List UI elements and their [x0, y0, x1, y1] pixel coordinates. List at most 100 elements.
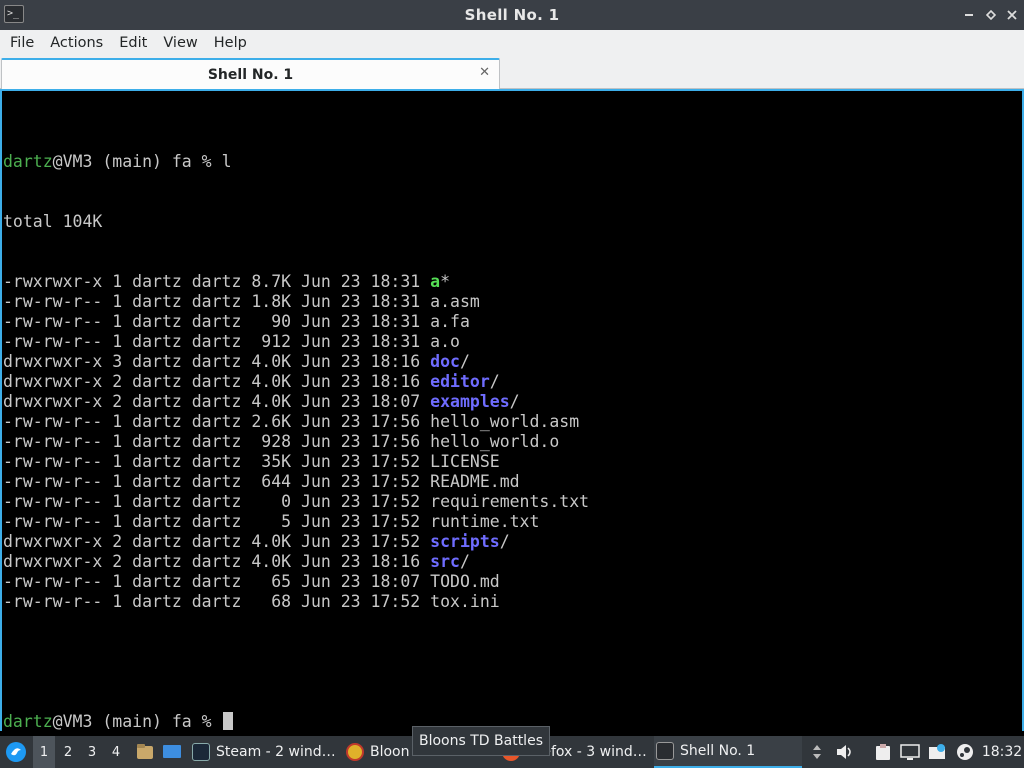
file-meta: -rw-rw-r-- 1 dartz dartz 912 Jun 23 18:3… [3, 332, 431, 351]
file-name: a.o [430, 332, 460, 351]
file-meta: drwxrwxr-x 2 dartz dartz 4.0K Jun 23 17:… [3, 532, 431, 551]
terminal-icon[interactable]: >_ [4, 5, 24, 23]
text-cursor [222, 712, 233, 730]
steam-icon [192, 743, 210, 761]
listing-row: drwxrwxr-x 2 dartz dartz 4.0K Jun 23 17:… [3, 532, 589, 552]
listing-row: -rw-rw-r-- 1 dartz dartz 65 Jun 23 18:07… [3, 572, 589, 592]
listing-row: -rw-rw-r-- 1 dartz dartz 1.8K Jun 23 18:… [3, 292, 589, 312]
listing-row: -rw-rw-r-- 1 dartz dartz 0 Jun 23 17:52 … [3, 492, 589, 512]
tab-shell-1[interactable]: Shell No. 1 ✕ [1, 58, 500, 89]
menu-file[interactable]: File [2, 35, 42, 51]
file-name: doc [430, 352, 460, 371]
tab-bar: Shell No. 1 ✕ [0, 56, 1024, 89]
app-launcher-icon[interactable] [4, 736, 28, 768]
listing-row: -rw-rw-r-- 1 dartz dartz 5 Jun 23 17:52 … [3, 512, 589, 532]
close-icon[interactable] [1001, 0, 1023, 30]
file-meta: -rw-rw-r-- 1 dartz dartz 1.8K Jun 23 18:… [3, 292, 431, 311]
volume-icon[interactable] [834, 736, 856, 768]
clock[interactable]: 18:32 [982, 736, 1022, 768]
window-titlebar[interactable]: >_ Shell No. 1 [0, 0, 1024, 30]
prompt-host: @VM3 (main) fa % [52, 712, 222, 731]
listing-row: -rw-rw-r-- 1 dartz dartz 2.6K Jun 23 17:… [3, 412, 589, 432]
network-icon[interactable] [898, 736, 922, 768]
listing-row: drwxrwxr-x 2 dartz dartz 4.0K Jun 23 18:… [3, 552, 589, 572]
task-label: Shell No. 1 [680, 743, 756, 759]
file-suffix: / [499, 532, 510, 551]
menu-bar: File Actions Edit View Help [0, 30, 1024, 56]
bloons-icon [346, 743, 364, 761]
task-label: Bloon [370, 744, 410, 760]
clipboard-icon[interactable] [872, 736, 894, 768]
minimize-icon[interactable] [958, 0, 980, 30]
file-name: examples [430, 392, 510, 411]
listing-row: -rw-rw-r-- 1 dartz dartz 912 Jun 23 18:3… [3, 332, 589, 352]
menu-view[interactable]: View [155, 35, 205, 51]
file-name: hello_world.asm [430, 412, 580, 431]
file-meta: -rwxrwxr-x 1 dartz dartz 8.7K Jun 23 18:… [3, 272, 431, 291]
file-meta: -rw-rw-r-- 1 dartz dartz 90 Jun 23 18:31 [3, 312, 431, 331]
file-suffix: * [440, 272, 451, 291]
desktop-1[interactable]: 1 [33, 736, 55, 768]
scroll-arrows-icon[interactable] [808, 736, 826, 768]
file-meta: -rw-rw-r-- 1 dartz dartz 2.6K Jun 23 17:… [3, 412, 431, 431]
file-name: TODO.md [430, 572, 500, 591]
file-meta: -rw-rw-r-- 1 dartz dartz 35K Jun 23 17:5… [3, 452, 431, 471]
steam-tray-icon[interactable] [954, 736, 976, 768]
prompt-user: dartz [3, 152, 53, 171]
show-desktop-icon[interactable] [160, 736, 184, 768]
file-name: a [430, 272, 441, 291]
listing-row: -rw-rw-r-- 1 dartz dartz 68 Jun 23 17:52… [3, 592, 589, 612]
listing-row: -rwxrwxr-x 1 dartz dartz 8.7K Jun 23 18:… [3, 272, 589, 292]
menu-edit[interactable]: Edit [111, 35, 155, 51]
listing-row: drwxrwxr-x 2 dartz dartz 4.0K Jun 23 18:… [3, 392, 589, 412]
restore-icon[interactable] [980, 0, 1002, 30]
menu-help[interactable]: Help [206, 35, 255, 51]
terminal-icon [656, 742, 674, 760]
desktop-3[interactable]: 3 [81, 736, 103, 768]
prompt-user: dartz [3, 712, 53, 731]
tooltip: Bloons TD Battles [412, 726, 550, 756]
file-meta: drwxrwxr-x 3 dartz dartz 4.0K Jun 23 18:… [3, 352, 431, 371]
tab-close-icon[interactable]: ✕ [479, 65, 490, 80]
file-meta: -rw-rw-r-- 1 dartz dartz 5 Jun 23 17:52 [3, 512, 431, 531]
file-meta: -rw-rw-r-- 1 dartz dartz 0 Jun 23 17:52 [3, 492, 431, 511]
listing-row: drwxrwxr-x 3 dartz dartz 4.0K Jun 23 18:… [3, 352, 589, 372]
file-meta: drwxrwxr-x 2 dartz dartz 4.0K Jun 23 18:… [3, 372, 431, 391]
file-meta: drwxrwxr-x 2 dartz dartz 4.0K Jun 23 18:… [3, 552, 431, 571]
listing-row: drwxrwxr-x 2 dartz dartz 4.0K Jun 23 18:… [3, 372, 589, 392]
task-steam[interactable]: Steam - 2 wind… [190, 736, 338, 768]
file-name: requirements.txt [430, 492, 590, 511]
window-title: Shell No. 1 [464, 6, 560, 24]
total-line: total 104K [3, 212, 103, 231]
file-meta: -rw-rw-r-- 1 dartz dartz 644 Jun 23 17:5… [3, 472, 431, 491]
terminal-output: dartz@VM3 (main) fa % l total 104K -rwxr… [3, 112, 589, 768]
prompt-line: dartz@VM3 (main) fa % l [3, 152, 589, 172]
file-suffix: / [459, 352, 470, 371]
menu-actions[interactable]: Actions [42, 35, 111, 51]
updates-icon[interactable] [926, 736, 948, 768]
file-name: hello_world.o [430, 432, 560, 451]
file-name: tox.ini [430, 592, 500, 611]
file-name: a.fa [430, 312, 470, 331]
file-name: scripts [430, 532, 500, 551]
task-shell[interactable]: Shell No. 1 [654, 736, 802, 768]
file-name: editor [430, 372, 490, 391]
file-name: src [430, 552, 460, 571]
file-meta: -rw-rw-r-- 1 dartz dartz 68 Jun 23 17:52 [3, 592, 431, 611]
prompt-host: @VM3 (main) fa % [52, 152, 222, 171]
file-suffix: / [459, 552, 470, 571]
file-name: LICENSE [430, 452, 500, 471]
file-name: runtime.txt [430, 512, 540, 531]
terminal-view[interactable]: dartz@VM3 (main) fa % l total 104K -rwxr… [0, 89, 1024, 731]
desktop-2[interactable]: 2 [57, 736, 79, 768]
file-name: a.asm [430, 292, 480, 311]
prompt-command: l [221, 152, 232, 171]
file-meta: -rw-rw-r-- 1 dartz dartz 65 Jun 23 18:07 [3, 572, 431, 591]
desktop-4[interactable]: 4 [105, 736, 127, 768]
file-suffix: / [509, 392, 520, 411]
listing-row: -rw-rw-r-- 1 dartz dartz 35K Jun 23 17:5… [3, 452, 589, 472]
file-meta: -rw-rw-r-- 1 dartz dartz 928 Jun 23 17:5… [3, 432, 431, 451]
tab-label: Shell No. 1 [207, 66, 294, 83]
file-manager-icon[interactable] [134, 736, 156, 768]
